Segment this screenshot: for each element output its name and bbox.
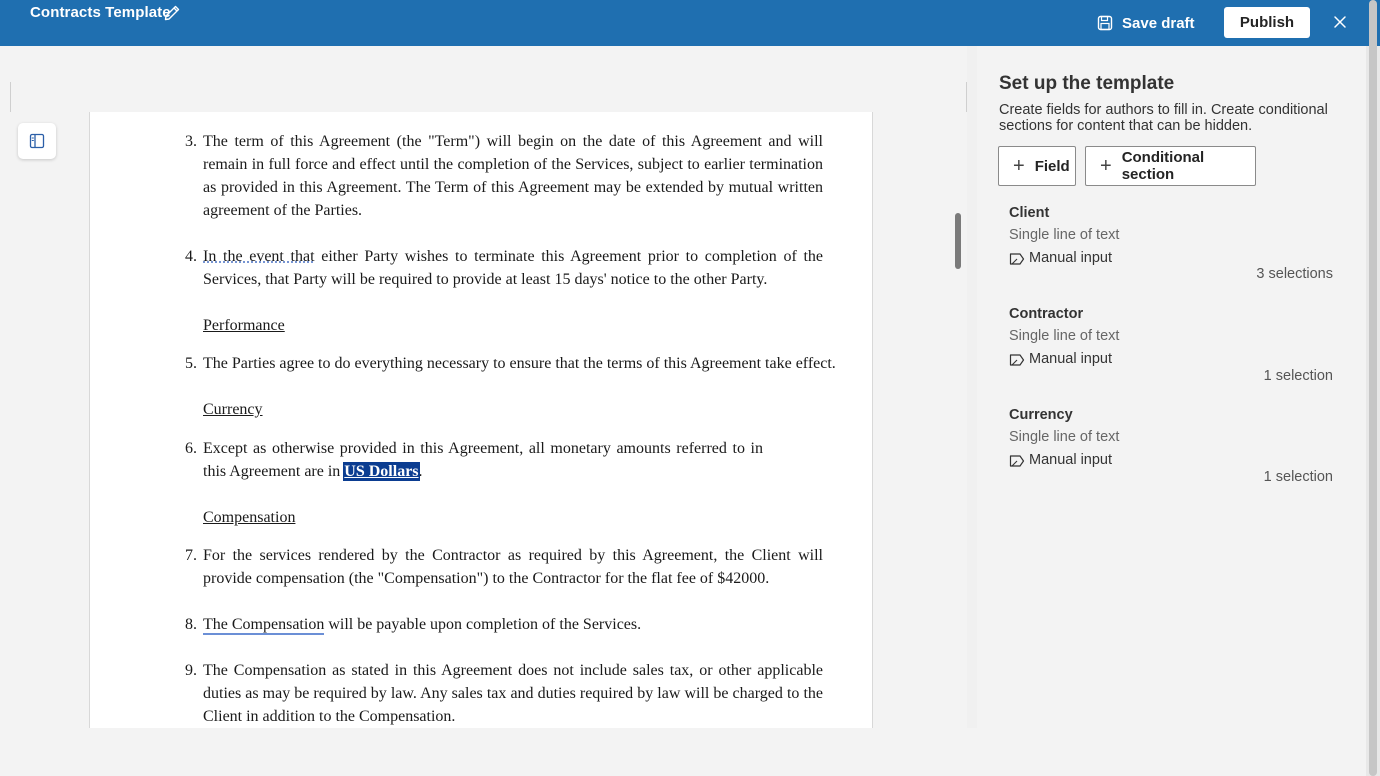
template-title: Contracts Template (30, 4, 171, 21)
paragraph[interactable]: The term of this Agreement (the "Term") … (203, 130, 823, 222)
linked-term[interactable]: The Compensation (203, 616, 325, 635)
field-name: Client (1009, 205, 1050, 221)
editor-scrollbar[interactable] (955, 213, 961, 269)
field-selection-count: 1 selection (1263, 368, 1333, 384)
field-card-contractor[interactable]: Contractor Single line of text Manual in… (1009, 306, 1333, 386)
panel-description: Create fields for authors to fill in. Cr… (999, 102, 1328, 134)
paragraph[interactable]: For the services rendered by the Contrac… (203, 544, 823, 590)
field-input-label: Manual input (1029, 350, 1113, 367)
tag-icon (1009, 253, 1025, 265)
add-conditional-label: Conditional section (1121, 149, 1205, 183)
panel-scrollbar[interactable] (1369, 0, 1377, 776)
paragraph-text: will be payable upon completion of the S… (324, 616, 642, 633)
paragraph-text: Except as otherwise provided in this Agr… (203, 440, 763, 480)
navigation-pane-button[interactable] (18, 123, 56, 159)
save-icon (1097, 15, 1113, 31)
tag-icon (1009, 455, 1025, 467)
paragraph-text: . (418, 463, 423, 480)
add-field-button[interactable]: + Field (998, 146, 1076, 186)
list-number: 6. (185, 440, 197, 457)
plus-icon: + (1013, 155, 1025, 177)
field-selection-count: 3 selections (1256, 266, 1333, 282)
add-conditional-section-button[interactable]: + Conditional section (1085, 146, 1256, 186)
section-heading: Currency (203, 401, 263, 418)
ruler-mark-left (10, 82, 11, 112)
template-setup-panel: Set up the template Create fields for au… (977, 46, 1366, 776)
publish-button[interactable]: Publish (1224, 7, 1310, 38)
document-page[interactable]: 3. The term of this Agreement (the "Term… (89, 112, 873, 728)
field-type: Single line of text (1009, 227, 1120, 243)
field-name: Contractor (1009, 306, 1084, 322)
section-heading: Compensation (203, 509, 296, 526)
tag-icon (1009, 354, 1025, 366)
editor-left-margin (0, 46, 10, 728)
field-card-currency[interactable]: Currency Single line of text Manual inpu… (1009, 407, 1333, 487)
paragraph[interactable]: The Compensation as stated in this Agree… (203, 659, 823, 728)
field-type: Single line of text (1009, 429, 1120, 445)
paragraph[interactable]: In the event that either Party wishes to… (203, 245, 823, 291)
navigation-pane-icon (29, 133, 45, 149)
app-header: Contracts Template Save draft Publish (0, 0, 1380, 46)
list-number: 7. (185, 547, 197, 564)
grammar-flag[interactable]: In the event that (203, 248, 315, 265)
field-input-label: Manual input (1029, 249, 1113, 266)
panel-title: Set up the template (999, 73, 1175, 94)
save-draft-label: Save draft (1122, 14, 1195, 32)
section-heading: Performance (203, 317, 285, 334)
ruler-mark-right (966, 82, 967, 112)
list-number: 4. (185, 248, 197, 265)
field-selection-count: 1 selection (1263, 469, 1333, 485)
paragraph[interactable]: The Compensation will be payable upon co… (203, 613, 823, 636)
field-input-mode: Manual input (1009, 350, 1333, 367)
currency-field-highlight[interactable]: US Dollars (343, 462, 420, 481)
add-field-label: Field (1034, 157, 1070, 175)
list-number: 9. (185, 662, 197, 679)
field-input-mode: Manual input (1009, 451, 1333, 468)
paragraph[interactable]: Except as otherwise provided in this Agr… (203, 437, 763, 483)
list-number: 5. (185, 355, 197, 372)
paragraph[interactable]: The Parties agree to do everything neces… (203, 352, 843, 375)
pencil-icon[interactable] (163, 4, 181, 22)
editor-footer (0, 728, 977, 776)
field-input-mode: Manual input (1009, 249, 1333, 266)
list-number: 8. (185, 616, 197, 633)
field-type: Single line of text (1009, 328, 1120, 344)
plus-icon: + (1100, 155, 1112, 177)
field-name: Currency (1009, 407, 1073, 423)
save-draft-button[interactable]: Save draft (1096, 9, 1195, 37)
field-card-client[interactable]: Client Single line of text Manual input … (1009, 205, 1333, 285)
field-input-label: Manual input (1029, 451, 1113, 468)
close-icon[interactable] (1331, 13, 1349, 31)
list-number: 3. (185, 133, 197, 150)
